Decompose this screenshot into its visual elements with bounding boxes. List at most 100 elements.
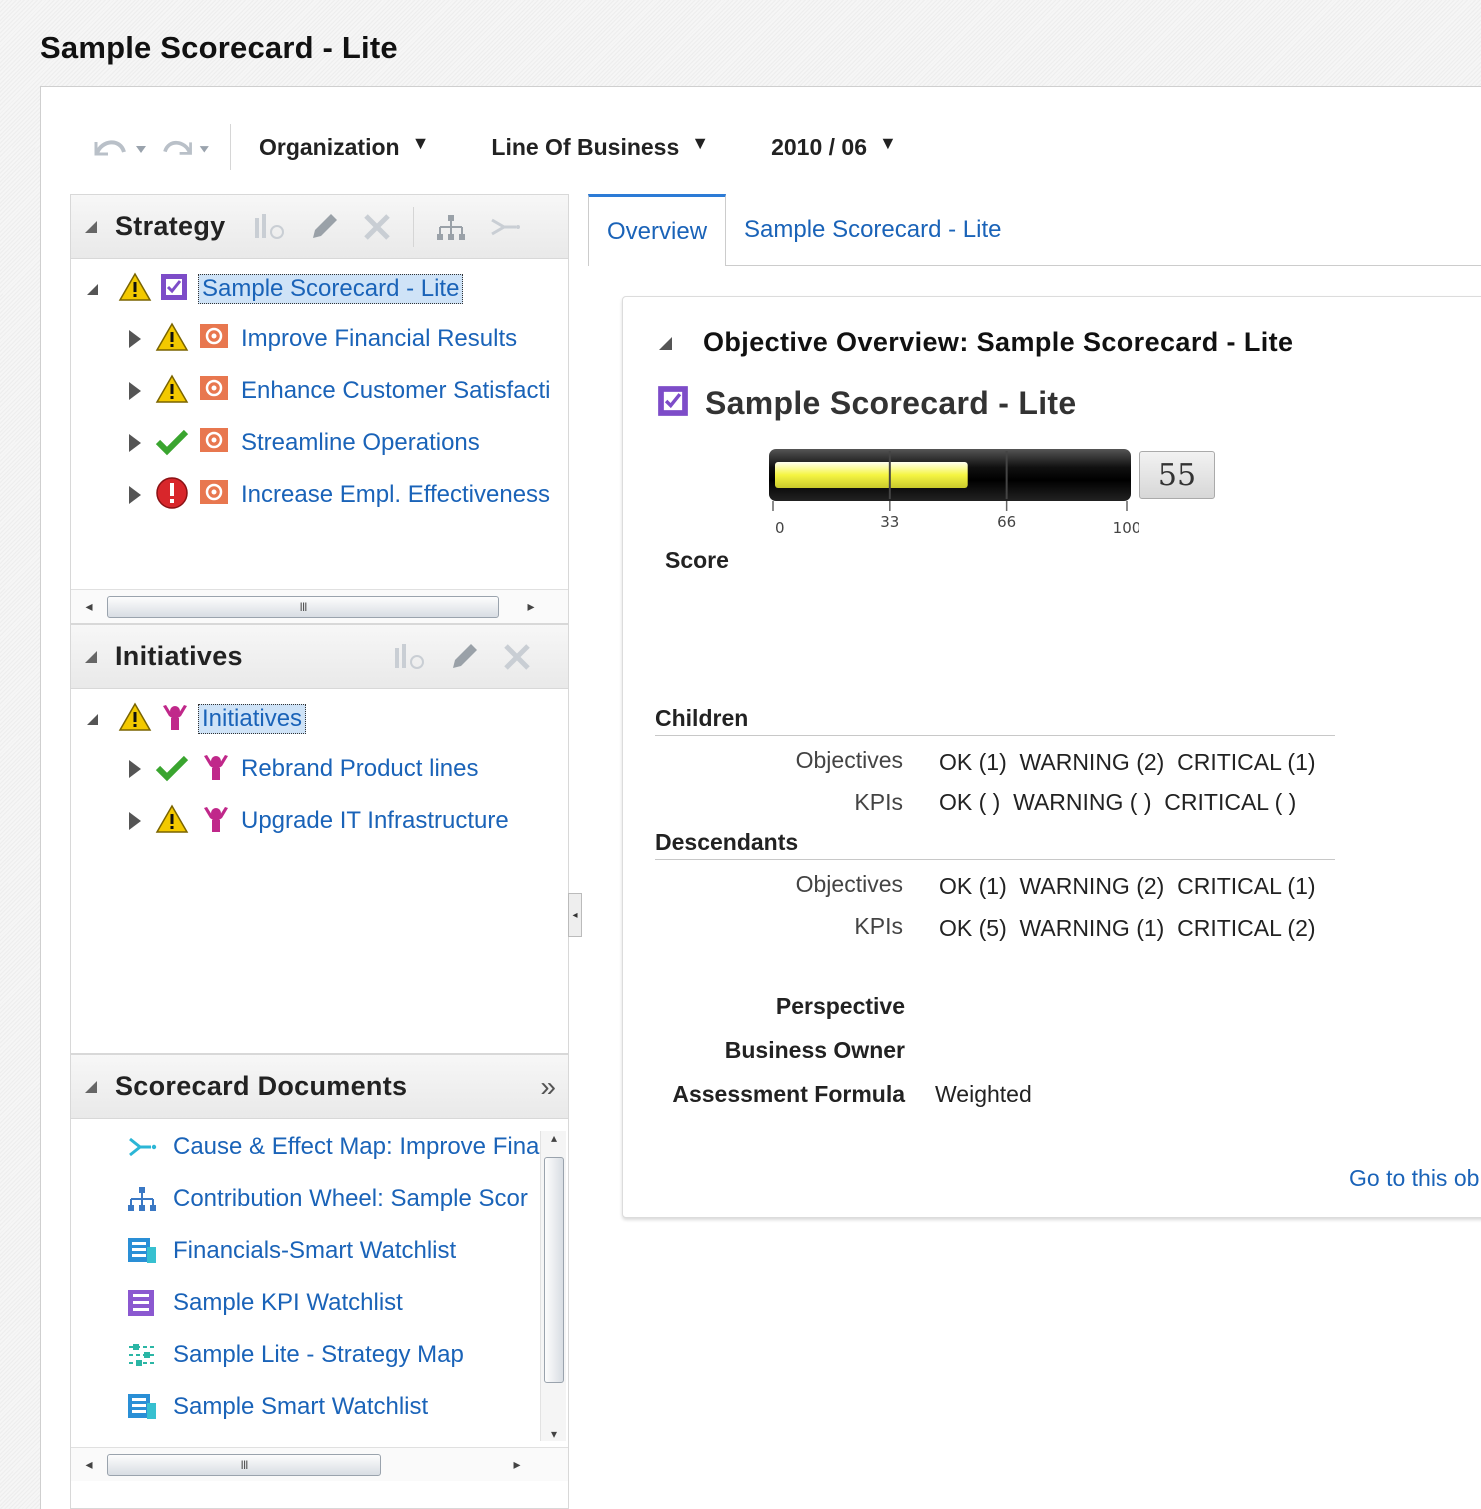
organization-dropdown-label: Organization [259,133,400,160]
document-label[interactable]: Financials-Smart Watchlist [173,1237,456,1265]
delete-x-icon[interactable] [361,211,393,243]
tab-overview[interactable]: Overview [588,194,727,266]
expand-icon[interactable] [129,330,141,348]
overview-section-title: Objective Overview: Sample Scorecard - L… [703,327,1294,357]
strategy-panel-header: Strategy [71,195,568,259]
tree-row-objective[interactable]: Increase Empl. Effectiveness [129,475,550,515]
document-item[interactable]: Sample Smart Watchlist [127,1387,428,1427]
documents-vertical-scrollbar[interactable]: ▴ ▾ [540,1131,566,1441]
expand-icon[interactable] [129,434,141,452]
line-of-business-dropdown[interactable]: Line Of Business ▼ [491,132,710,161]
expand-icon[interactable] [129,812,141,830]
tree-node-increase-empl-effectiveness[interactable]: Increase Empl. Effectiveness [241,481,550,509]
initiatives-panel-title: Initiatives [115,641,243,671]
toolbar: Organization ▼ Line Of Business ▼ 2010 /… [90,120,959,174]
collapse-icon[interactable] [659,337,672,350]
organization-dropdown[interactable]: Organization ▼ [259,133,429,161]
tree-row-objective[interactable]: Streamline Operations [129,423,480,463]
document-item[interactable]: Sample KPI Watchlist [127,1283,403,1323]
scroll-up-icon[interactable]: ▴ [541,1131,567,1145]
document-label[interactable]: Sample Lite - Strategy Map [173,1341,464,1369]
strategy-panel: Strategy Sample Scorecard - Lite Improve… [70,194,569,624]
tree-row-root[interactable]: Initiatives [87,699,307,739]
scroll-left-icon[interactable]: ◂ [71,1456,107,1473]
gauge-tick-label: 66 [997,513,1016,531]
bar-chart-icon[interactable] [393,642,427,672]
tab-sample-scorecard-lite[interactable]: Sample Scorecard - Lite [726,194,1019,265]
scrollbar-thumb[interactable] [544,1157,564,1383]
period-dropdown[interactable]: 2010 / 06 ▼ [771,133,897,161]
scroll-left-icon[interactable]: ◂ [71,598,107,615]
tree-node-upgrade-it-infrastructure[interactable]: Upgrade IT Infrastructure [241,807,509,835]
tree-row-initiative[interactable]: Rebrand Product lines [129,749,478,789]
children-label: Children [655,705,749,731]
contribution-wheel-icon [127,1186,161,1212]
tree-row-objective[interactable]: Enhance Customer Satisfacti [129,371,550,411]
tree-row-root[interactable]: Sample Scorecard - Lite [87,269,464,309]
tree-row-objective[interactable]: Improve Financial Results [129,319,517,359]
collapse-icon[interactable] [85,220,97,233]
collapse-icon[interactable] [85,650,97,663]
collapse-left-icon[interactable]: ◂ [572,910,577,921]
documents-horizontal-scrollbar[interactable]: ◂ III ▸ [71,1447,568,1481]
redo-icon[interactable] [154,127,218,167]
divider [655,859,1335,860]
document-item[interactable]: Financials-Smart Watchlist [127,1231,456,1271]
panel-splitter[interactable]: ◂ [568,893,582,937]
tree-node-improve-financial-results[interactable]: Improve Financial Results [241,325,517,353]
document-item[interactable]: Contribution Wheel: Sample Scor [127,1179,528,1219]
scroll-right-icon[interactable]: ▸ [499,1456,535,1473]
strategy-map-icon [127,1341,161,1369]
descendants-objectives-value: OK (1) WARNING (2) CRITICAL (1) [939,873,1316,899]
tree-node-sample-scorecard-lite[interactable]: Sample Scorecard - Lite [198,274,464,304]
assessment-formula-label: Assessment Formula [672,1081,905,1107]
smart-watchlist-icon [127,1237,161,1265]
expand-icon[interactable] [129,486,141,504]
initiatives-panel: Initiatives Initiatives Rebrand Product … [70,624,569,1054]
cause-effect-map-icon[interactable] [488,212,522,242]
objective-icon [199,323,229,356]
document-label[interactable]: Cause & Effect Map: Improve Fina [173,1133,539,1161]
gauge-fill-bar [775,462,968,488]
edit-pencil-icon[interactable] [447,640,481,674]
bar-chart-icon[interactable] [253,212,287,242]
documents-panel-header: Scorecard Documents » [71,1055,568,1119]
document-label[interactable]: Sample KPI Watchlist [173,1289,403,1317]
expand-icon[interactable] [129,760,141,778]
undo-icon[interactable] [90,127,154,167]
expanded-icon[interactable] [87,283,98,295]
caret-down-icon: ▼ [691,132,710,153]
score-gauge: 0 33 66 100 [769,447,1141,562]
scroll-right-icon[interactable]: ▸ [513,598,549,615]
strategy-horizontal-scrollbar[interactable]: ◂ III ▸ [71,589,568,623]
scrollbar-thumb[interactable]: III [107,1453,381,1476]
tree-node-streamline-operations[interactable]: Streamline Operations [241,429,480,457]
scrollbar-thumb[interactable]: III [107,595,499,618]
expanded-icon[interactable] [87,713,98,725]
tree-node-rebrand-product-lines[interactable]: Rebrand Product lines [241,755,478,783]
delete-x-icon[interactable] [501,641,533,673]
tree-row-initiative[interactable]: Upgrade IT Infrastructure [129,801,509,841]
line-of-business-dropdown-label: Line Of Business [491,133,680,160]
initiative-icon [201,752,231,787]
collapse-icon[interactable] [85,1080,97,1093]
initiative-icon [160,702,190,737]
go-to-objective-link[interactable]: Go to this ob [1349,1165,1479,1192]
edit-pencil-icon[interactable] [307,210,341,244]
document-item[interactable]: Sample Lite - Strategy Map [127,1335,464,1375]
tree-node-enhance-customer-satisfaction[interactable]: Enhance Customer Satisfacti [241,377,550,405]
initiative-icon [201,804,231,839]
document-item[interactable]: Cause & Effect Map: Improve Fina [127,1127,539,1167]
scroll-down-icon[interactable]: ▾ [541,1427,567,1441]
ok-check-icon [155,752,189,787]
document-label[interactable]: Contribution Wheel: Sample Scor [173,1185,528,1213]
gauge-tick-label: 100 [1113,519,1139,537]
warning-icon [155,373,189,409]
critical-icon [155,476,189,515]
contribution-wheel-icon[interactable] [434,212,468,242]
objective-name: Sample Scorecard - Lite [705,385,1077,421]
expand-panel-icon[interactable]: » [540,1071,556,1103]
expand-icon[interactable] [129,382,141,400]
document-label[interactable]: Sample Smart Watchlist [173,1393,428,1421]
tree-node-initiatives[interactable]: Initiatives [198,704,307,734]
